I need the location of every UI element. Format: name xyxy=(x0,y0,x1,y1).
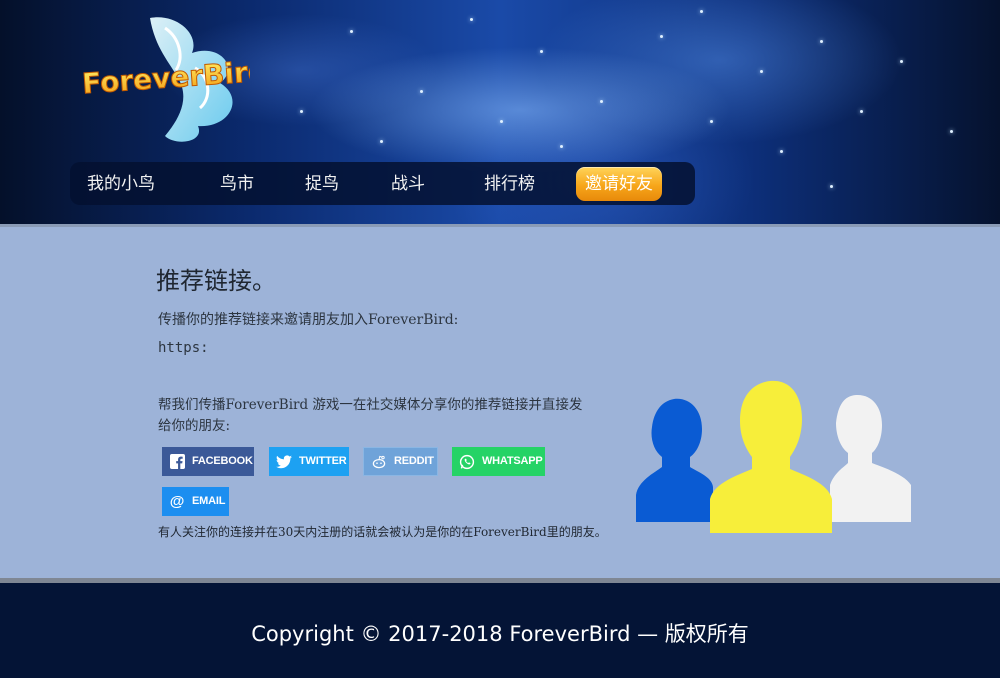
twitter-icon xyxy=(269,454,299,469)
site-footer: Copyright © 2017-2018 ForeverBird — 版权所有 xyxy=(0,578,1000,678)
nav-item-bird-market[interactable]: 鸟市 xyxy=(220,170,254,198)
facebook-label: FACEBOOK xyxy=(192,455,253,467)
email-share-button[interactable]: @ EMAIL xyxy=(162,487,229,516)
header-banner: ForeverBird 我的小鸟 鸟市 捉鸟 战斗 排行榜 邀请好友 xyxy=(0,0,1000,224)
share-instructions: 帮我们传播ForeverBird 游戏一在社交媒体分享你的推荐链接并直接发给你的… xyxy=(158,397,583,434)
reddit-icon xyxy=(364,455,394,469)
bird-wing-logo-icon: ForeverBird xyxy=(81,17,269,142)
referral-intro: 传播你的推荐链接来邀请朋友加入ForeverBird: xyxy=(158,312,459,328)
referral-note: 有人关注你的连接并在30天内注册的话就会被认为是你的在ForeverBird里的… xyxy=(158,525,607,539)
referral-link[interactable]: https: xyxy=(158,340,209,356)
nav-item-my-birds[interactable]: 我的小鸟 xyxy=(87,170,155,198)
twitter-label: TWITTER xyxy=(299,455,347,467)
nav-item-leaderboard[interactable]: 排行榜 xyxy=(484,170,535,198)
nav-item-battle[interactable]: 战斗 xyxy=(391,170,425,198)
facebook-share-button[interactable]: FACEBOOK xyxy=(162,447,254,476)
nav-item-catch-birds[interactable]: 捉鸟 xyxy=(305,170,339,198)
email-icon: @ xyxy=(169,493,185,510)
friends-silhouettes-icon xyxy=(634,377,914,537)
reddit-share-button[interactable]: REDDIT xyxy=(363,447,438,476)
facebook-icon xyxy=(162,454,192,469)
whatsapp-label: WHATSAPP xyxy=(482,455,543,467)
site-logo[interactable]: ForeverBird xyxy=(80,8,269,148)
page-title: 推荐链接。 xyxy=(156,267,276,295)
referral-section: 推荐链接。 传播你的推荐链接来邀请朋友加入ForeverBird: https:… xyxy=(0,224,1000,578)
whatsapp-icon xyxy=(452,454,482,470)
twitter-share-button[interactable]: TWITTER xyxy=(269,447,349,476)
nav-item-invite-friends[interactable]: 邀请好友 xyxy=(576,167,662,201)
reddit-label: REDDIT xyxy=(394,455,434,467)
email-label: EMAIL xyxy=(192,495,226,507)
copyright-text: Copyright © 2017-2018 ForeverBird — 版权所有 xyxy=(251,622,749,646)
main-nav: 我的小鸟 鸟市 捉鸟 战斗 排行榜 邀请好友 xyxy=(70,162,695,205)
whatsapp-share-button[interactable]: WHATSAPP xyxy=(452,447,545,476)
